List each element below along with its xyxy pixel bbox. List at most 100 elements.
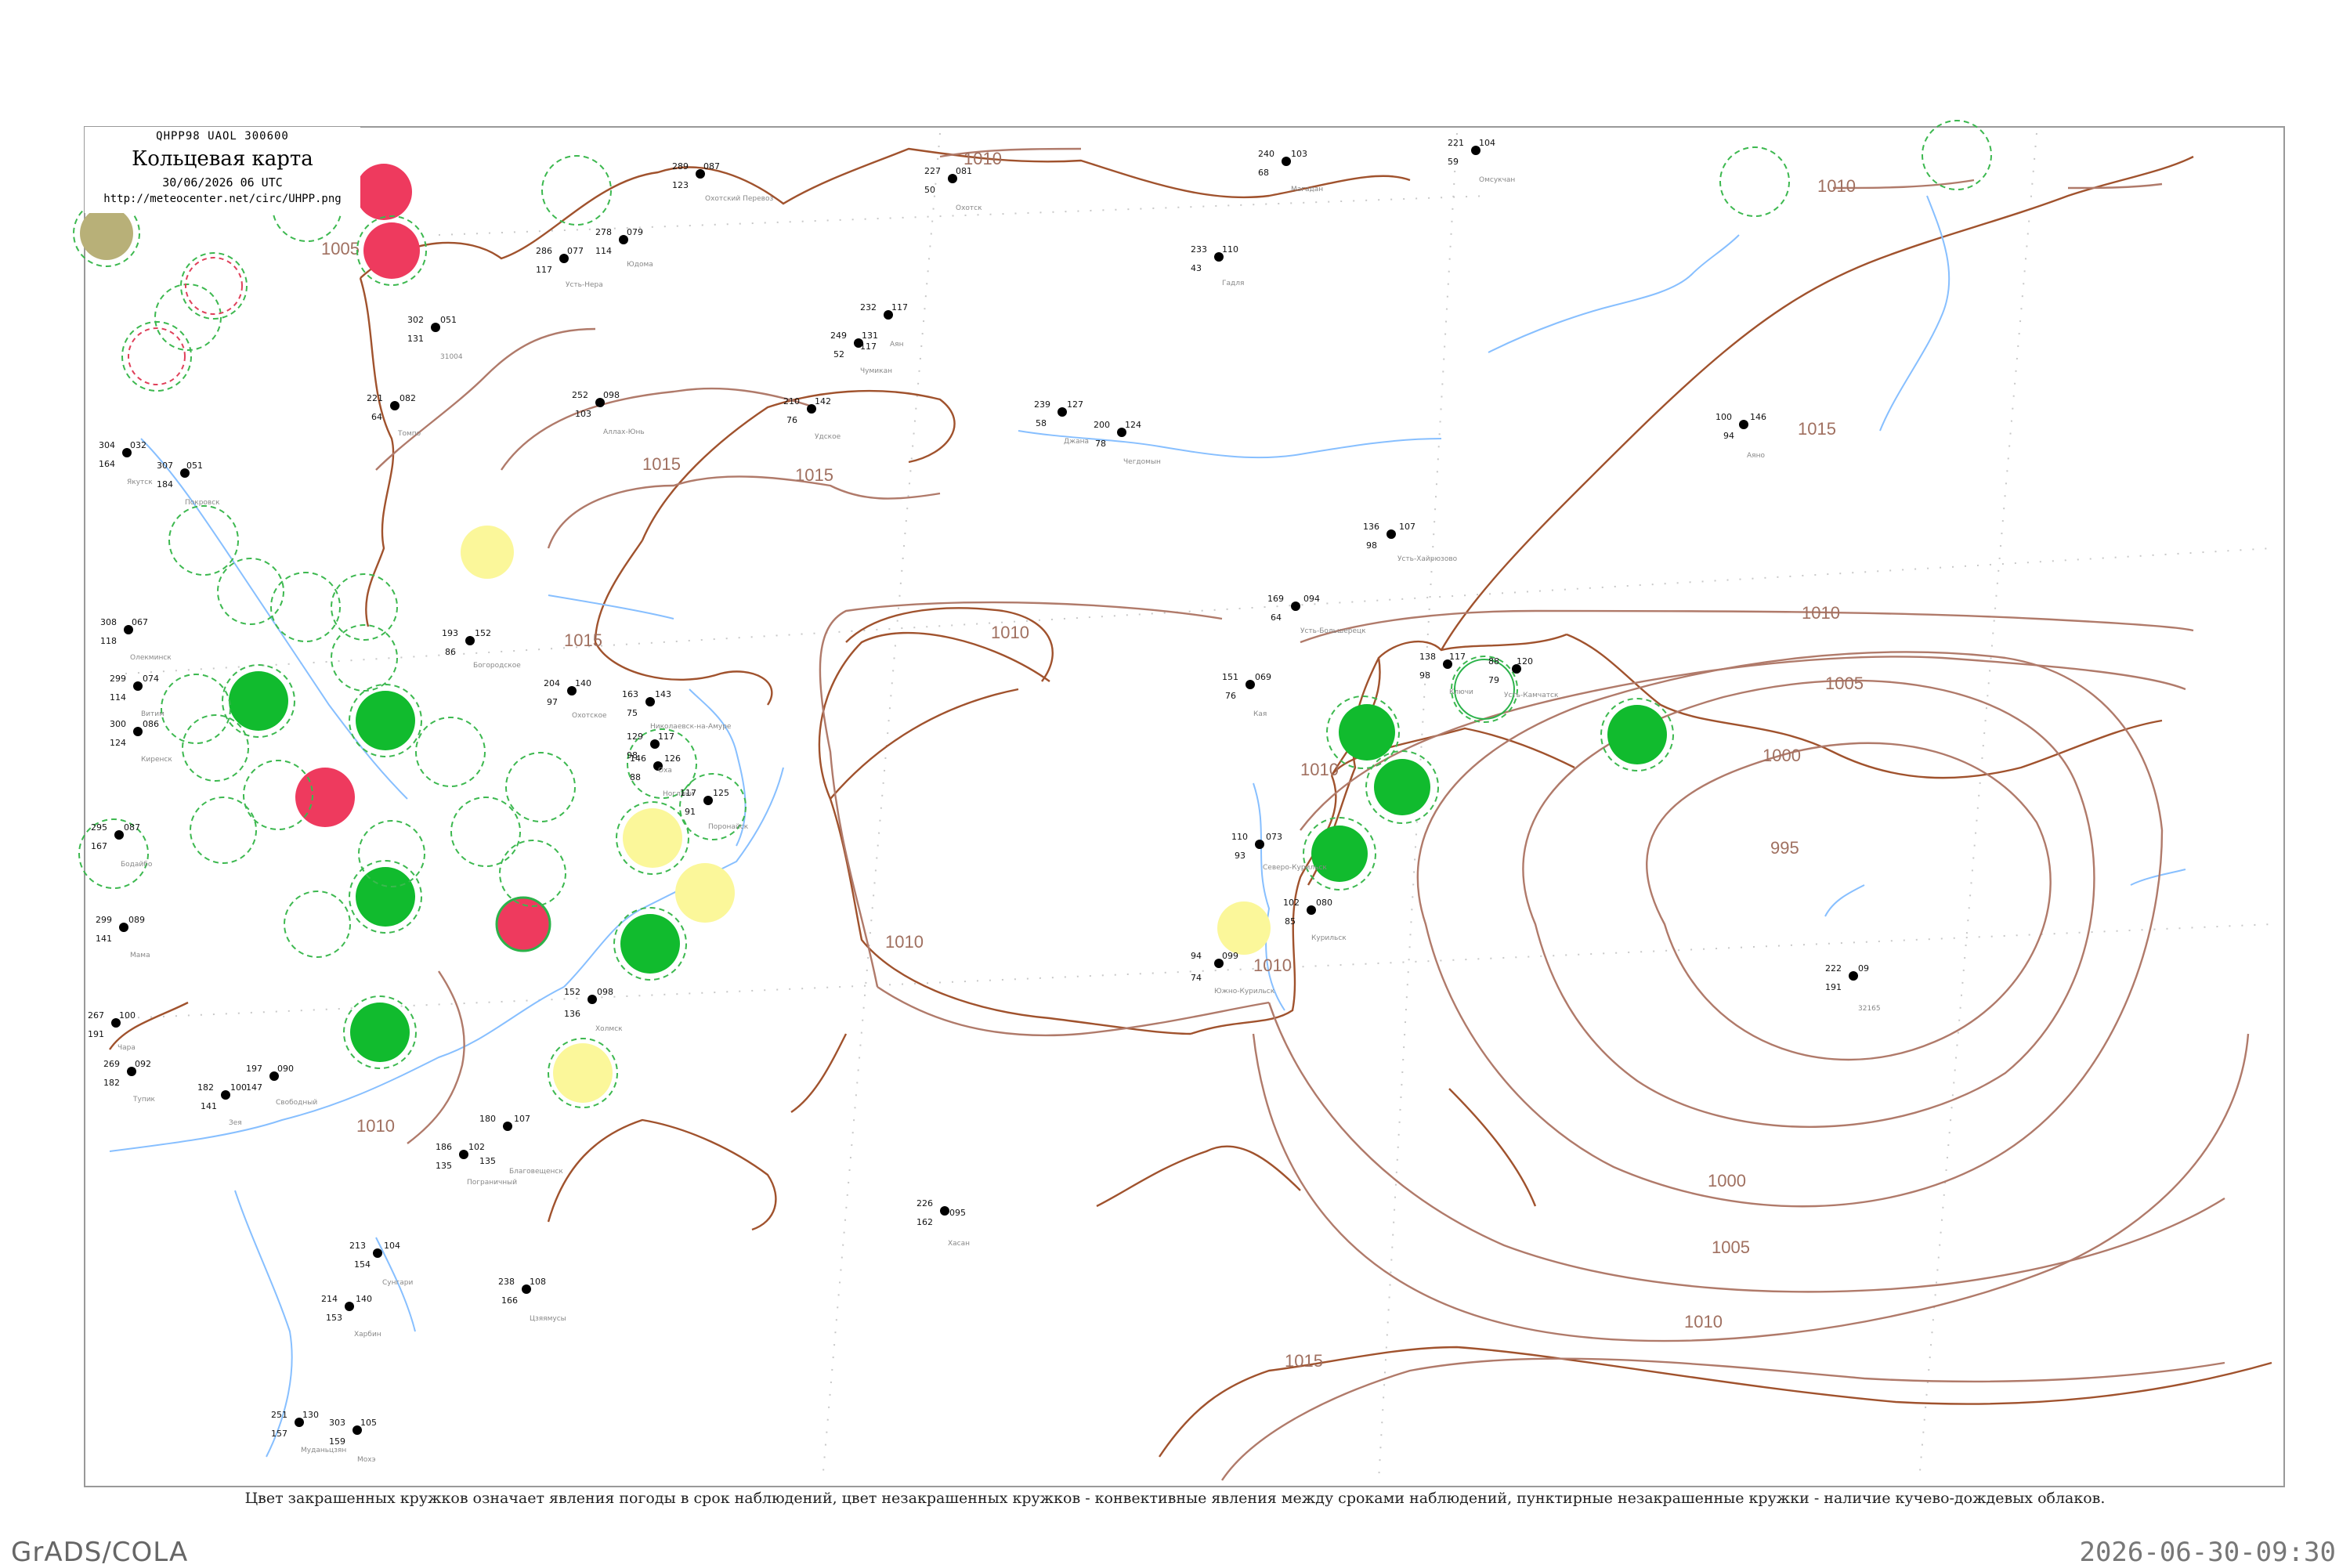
station-dewpoint: 88 (630, 772, 641, 782)
station-dots (111, 146, 1858, 1435)
station-pressure: 099 (1222, 951, 1238, 961)
station-temp: 186 (436, 1142, 452, 1152)
isobar-label: 1015 (642, 454, 681, 474)
station-name: Сунгари (382, 1279, 413, 1287)
station-dot (503, 1122, 512, 1131)
station-pressure: 110 (1222, 244, 1238, 255)
isobar-label: 1005 (1825, 674, 1864, 693)
station-pressure: 086 (143, 719, 159, 729)
isobar-label: 1005 (1712, 1237, 1750, 1257)
station-temp: 88 (1488, 656, 1499, 667)
station-pressure: 074 (143, 674, 159, 684)
station-temp: 110 (1231, 832, 1248, 842)
station-temp: 240 (1258, 149, 1274, 159)
station-temp: 102 (1283, 898, 1300, 908)
station-temp: 233 (1191, 244, 1207, 255)
station-temp: 146 (630, 753, 646, 764)
station-dewpoint: 64 (371, 412, 382, 422)
station-name: Аллах-Юнь (603, 428, 645, 436)
station-temp: 193 (442, 628, 458, 638)
station-pressure: 069 (1255, 672, 1271, 682)
station-dewpoint: 141 (201, 1101, 217, 1111)
station-name: Гадля (1222, 280, 1244, 287)
coastline (109, 147, 2272, 1458)
map-title: Кольцевая карта (132, 147, 313, 171)
station-name: Усть-Хайрюзово (1397, 555, 1458, 563)
station-dewpoint: 117 (536, 265, 552, 275)
station-pressure: 100 (119, 1010, 136, 1021)
weather-map[interactable]: 1010 1015 1010 1015 1010 1005 1000 995 1… (0, 0, 2350, 1566)
station-dot (373, 1248, 382, 1258)
station-pressure: 117 (891, 302, 908, 313)
station-dot (1849, 971, 1858, 981)
isobar-label: 1010 (1253, 956, 1292, 975)
station-name: Благовещенск (509, 1168, 563, 1176)
station-temp: 303 (329, 1418, 345, 1428)
station-name: Чара (118, 1044, 136, 1052)
station-pressure: 098 (597, 987, 613, 997)
station-pressure: 140 (575, 678, 591, 688)
station-dewpoint: 98 (1366, 540, 1377, 551)
station-labels: 302 131 051 31004 286 117 077 Усть-Нера 278 114… (88, 138, 1881, 1464)
station-pressure: 073 (1266, 832, 1282, 842)
station-temp: 269 (103, 1059, 120, 1069)
isobar-label: 1015 (795, 465, 833, 485)
station-name: Харбин (354, 1331, 381, 1339)
station-pressure: 095 (949, 1208, 966, 1218)
station-dewpoint: 43 (1191, 263, 1202, 273)
isobar-label: 1015 (1285, 1351, 1323, 1371)
station-dot (114, 830, 124, 840)
station-pressure: 143 (655, 689, 671, 699)
station-pressure: 092 (135, 1059, 151, 1069)
station-pressure: 104 (384, 1241, 400, 1251)
station-name: Охотский Перевоз (705, 195, 773, 203)
station-pressure: 127 (1067, 399, 1083, 410)
station-temp: 182 (197, 1082, 214, 1093)
station-temp: 251 (271, 1410, 287, 1420)
isobar-label: 995 (1770, 838, 1799, 858)
red-dashed-circles (128, 257, 243, 385)
station-name: Курильск (1311, 934, 1347, 942)
station-temp: 151 (1222, 672, 1238, 682)
station-dewpoint: 124 (110, 738, 126, 748)
station-dot (133, 727, 143, 736)
station-dewpoint: 79 (1488, 675, 1499, 685)
station-name: Чегдомын (1123, 458, 1161, 466)
station-pressure: 098 (603, 390, 620, 400)
station-pressure: 126 (664, 753, 681, 764)
station-dot (940, 1206, 949, 1216)
station-pressure: 077 (567, 246, 584, 256)
station-dot (459, 1150, 468, 1159)
station-name: 32165 (1858, 1005, 1881, 1013)
station-pressure: 09 (1858, 963, 1869, 974)
station-temp: 169 (1267, 594, 1284, 604)
station-name: Мохэ (357, 1456, 376, 1464)
station-pressure: 105 (360, 1418, 377, 1428)
station-dot (221, 1090, 230, 1100)
station-dewpoint: 76 (786, 415, 797, 425)
source-url[interactable]: http://meteocenter.net/circ/UHPP.png (85, 193, 360, 205)
station-name: Пограничный (467, 1179, 517, 1187)
footer-timestamp: 2026-06-30-09:30 (2079, 1537, 2336, 1568)
station-temp: 117 (680, 788, 696, 798)
station-temp: 295 (91, 822, 107, 833)
station-temp: 200 (1094, 420, 1110, 430)
station-dewpoint: 76 (1225, 691, 1236, 701)
isobar-label: 1000 (1762, 746, 1801, 765)
station-dewpoint: 153 (326, 1313, 342, 1323)
station-dewpoint: 114 (595, 246, 612, 256)
station-pressure: 081 (956, 166, 972, 176)
station-name: Мама (130, 952, 150, 959)
station-pressure: 124 (1125, 420, 1141, 430)
isobar-label: 1010 (991, 623, 1029, 642)
station-name: Бодайбо (121, 861, 153, 869)
station-dewpoint: 154 (354, 1259, 371, 1270)
station-dewpoint: 114 (110, 692, 126, 703)
station-pressure: 125 (713, 788, 729, 798)
station-temp: 221 (367, 393, 383, 403)
station-pressure: 100 (230, 1082, 247, 1093)
station-dewpoint: 131 (407, 334, 424, 344)
station-name: Джана (1064, 438, 1089, 446)
station-dot (1058, 407, 1067, 417)
station-dot (133, 681, 143, 691)
